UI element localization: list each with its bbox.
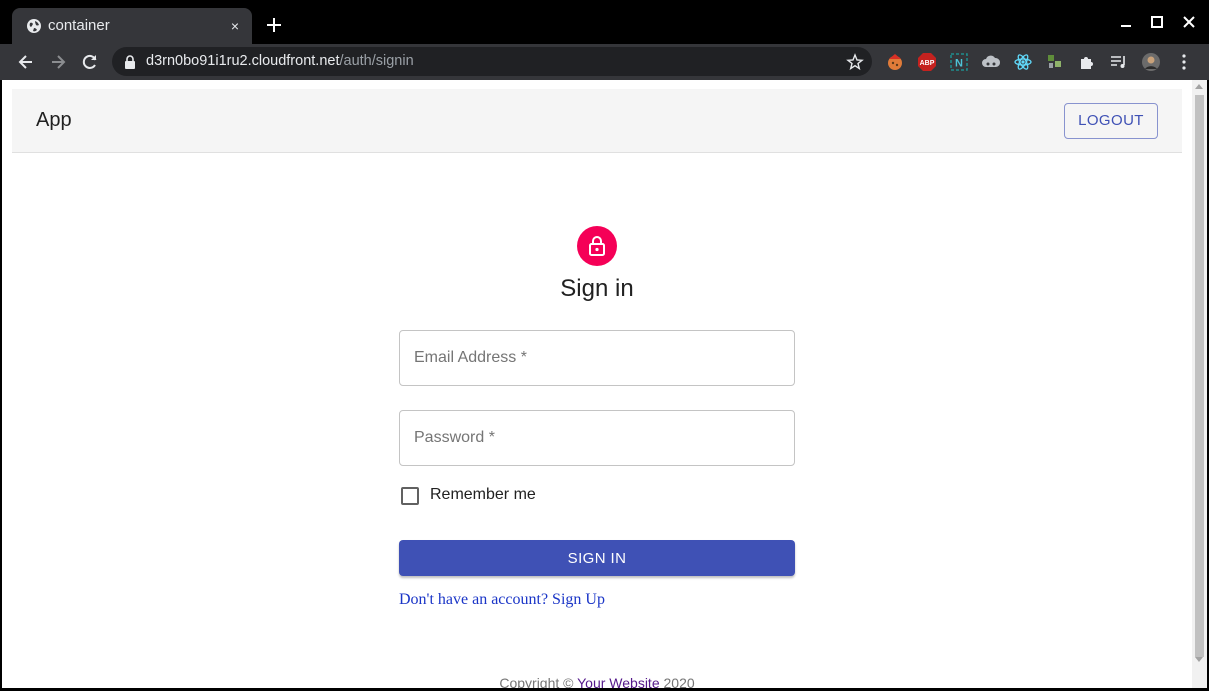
browser-window: container × d3rn0bo91i1ru2.cloudfront.ne… (0, 0, 1209, 691)
sign-in-button[interactable]: SIGN IN (399, 540, 795, 576)
close-window-icon[interactable] (1179, 12, 1199, 32)
copyright-prefix: Copyright © (499, 675, 578, 688)
url-text: d3rn0bo91i1ru2.cloudfront.net/auth/signi… (146, 53, 414, 69)
media-control-icon[interactable] (1109, 52, 1129, 72)
back-arrow-icon[interactable] (16, 52, 36, 72)
n-label: N (955, 58, 963, 70)
forward-arrow-icon[interactable] (48, 52, 68, 72)
abp-label: ABP (920, 60, 935, 67)
email-field[interactable] (399, 330, 795, 386)
scroll-thumb[interactable] (1195, 95, 1204, 657)
new-tab-icon[interactable] (264, 15, 284, 35)
profile-icon[interactable] (1141, 52, 1161, 72)
browser-toolbar: d3rn0bo91i1ru2.cloudfront.net/auth/signi… (0, 44, 1209, 80)
globe-icon (27, 19, 41, 33)
cloud-extension-icon[interactable] (981, 52, 1001, 72)
close-tab-icon[interactable]: × (226, 17, 244, 35)
url-host: d3rn0bo91i1ru2.cloudfront.net (146, 53, 340, 69)
vertical-scrollbar[interactable] (1192, 80, 1207, 688)
copyright-year: 2020 (659, 675, 695, 688)
page-title: Sign in (560, 275, 634, 302)
app-bar: App LOGOUT (12, 89, 1182, 153)
logout-button[interactable]: LOGOUT (1064, 103, 1158, 139)
lock-avatar (577, 226, 617, 266)
scroll-down-arrow-icon[interactable] (1195, 657, 1203, 662)
browser-menu-icon[interactable] (1174, 52, 1194, 72)
copyright: Copyright © Your Website 2020 (2, 675, 1192, 688)
reload-icon[interactable] (80, 52, 100, 72)
tab-title: container (48, 17, 110, 34)
page-viewport: App LOGOUT Sign in Remember me SIGN IN D… (2, 80, 1207, 688)
remember-me-label[interactable]: Remember me (430, 486, 536, 504)
password-field[interactable] (399, 410, 795, 466)
sign-up-link[interactable]: Don't have an account? Sign Up (399, 591, 605, 609)
extensions-icon[interactable] (1077, 52, 1097, 72)
lock-icon[interactable] (124, 55, 136, 69)
tab-strip: container × (0, 0, 1209, 44)
app-title: App (36, 109, 72, 131)
url-path: /auth/signin (339, 53, 414, 69)
scroll-up-arrow-icon[interactable] (1195, 84, 1203, 89)
email-input[interactable] (401, 332, 793, 384)
react-devtools-icon[interactable] (1013, 52, 1033, 72)
bookmark-star-icon[interactable] (846, 53, 864, 71)
lock-icon (589, 236, 605, 256)
maximize-icon[interactable] (1147, 12, 1167, 32)
address-bar[interactable]: d3rn0bo91i1ru2.cloudfront.net/auth/signi… (112, 47, 872, 76)
cookie-extension-icon[interactable] (885, 52, 905, 72)
n-extension-icon[interactable]: N (949, 52, 969, 72)
browser-tab[interactable]: container × (12, 8, 252, 44)
puzzle-extension-icon[interactable] (1045, 52, 1065, 72)
website-link[interactable]: Your Website (577, 675, 660, 688)
abp-icon[interactable]: ABP (917, 52, 937, 72)
password-input[interactable] (401, 412, 793, 464)
minimize-icon[interactable] (1116, 12, 1136, 32)
remember-me-checkbox[interactable] (401, 487, 419, 505)
